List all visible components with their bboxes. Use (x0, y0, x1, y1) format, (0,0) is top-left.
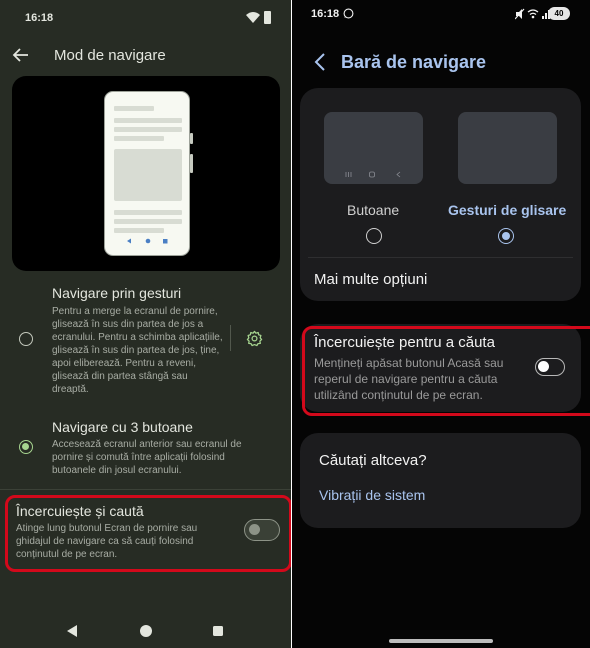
preview-line (114, 219, 182, 224)
circle-to-search-toggle[interactable] (244, 519, 280, 541)
more-options-item[interactable]: Mai multe opțiuni (314, 271, 427, 288)
page-title: Bară de navigare (341, 52, 487, 72)
buttons-radio[interactable] (366, 228, 382, 244)
gesture-navigation-title[interactable]: Navigare prin gesturi (52, 285, 181, 301)
nav-back-icon[interactable] (67, 625, 77, 637)
circle-to-search-title[interactable]: Încercuiește pentru a căuta (314, 334, 495, 351)
system-vibration-link[interactable]: Vibrații de sistem (319, 487, 425, 503)
three-button-navigation-title[interactable]: Navigare cu 3 butoane (52, 419, 193, 435)
nav-home-icon[interactable] (140, 625, 152, 637)
battery-level: 40 (548, 7, 570, 20)
system-navigation-bar (67, 625, 223, 637)
wifi-icon (246, 12, 260, 23)
gesture-navigation-radio[interactable] (19, 332, 33, 346)
gear-icon[interactable] (246, 330, 263, 347)
preview-line (114, 127, 182, 132)
preview-line (114, 210, 182, 215)
phone-side-button (190, 154, 193, 173)
circle-to-search-toggle[interactable] (535, 358, 565, 376)
gesture-handle[interactable] (389, 639, 493, 643)
buttons-label[interactable]: Butoane (347, 202, 399, 218)
status-time: 16:18 (25, 12, 54, 24)
preview-line (114, 228, 164, 233)
three-button-navigation-radio[interactable] (19, 440, 33, 454)
circle-to-search-description: Atinge lung butonul Ecran de pornire sau… (16, 523, 198, 560)
pixel-navigation-screen: 16:18 Mod de navigare Navigare prin gest… (0, 0, 291, 648)
preview-image (114, 149, 182, 201)
divider (230, 325, 231, 351)
whatsapp-icon (343, 8, 354, 19)
navigation-type-card: Butoane Gesturi de glisare Mai multe opț… (300, 88, 581, 301)
samsung-navigation-screen: 16:18 40 Bară de navigare Butoane Gestur… (292, 0, 590, 648)
suggestions-card: Căutați altceva? Vibrații de sistem (300, 433, 581, 528)
buttons-nav-icons (345, 171, 401, 178)
back-chevron-icon[interactable] (313, 52, 327, 72)
preview-line (114, 106, 154, 111)
three-button-navigation-description: Accesează ecranul anterior sau ecranul d… (52, 439, 242, 476)
divider (0, 489, 291, 490)
swipe-gestures-label[interactable]: Gesturi de glisare (448, 202, 566, 218)
preview-nav-buttons (127, 238, 168, 244)
suggestions-title: Căutați altceva? (319, 452, 427, 469)
nav-recents-icon[interactable] (213, 626, 223, 636)
preview-line (114, 118, 182, 123)
status-bar: 16:18 (0, 0, 291, 36)
navigation-preview (12, 76, 280, 271)
preview-line (114, 136, 164, 141)
circle-to-search-description: Mențineți apăsat butonul Acasă sau reper… (314, 356, 504, 402)
phone-illustration (104, 91, 190, 256)
phone-side-button (190, 133, 193, 144)
swipe-gestures-preview[interactable] (458, 112, 557, 184)
buttons-preview[interactable] (324, 112, 423, 184)
divider (308, 257, 573, 258)
battery-icon (264, 11, 271, 24)
circle-to-search-title[interactable]: Încercuiește și caută (16, 503, 144, 519)
swipe-gestures-radio[interactable] (498, 228, 514, 244)
gesture-navigation-description: Pentru a merge la ecranul de pornire, gl… (52, 306, 223, 395)
back-arrow-icon[interactable] (12, 46, 30, 64)
status-time: 16:18 (311, 8, 340, 20)
page-title: Mod de navigare (54, 47, 166, 64)
